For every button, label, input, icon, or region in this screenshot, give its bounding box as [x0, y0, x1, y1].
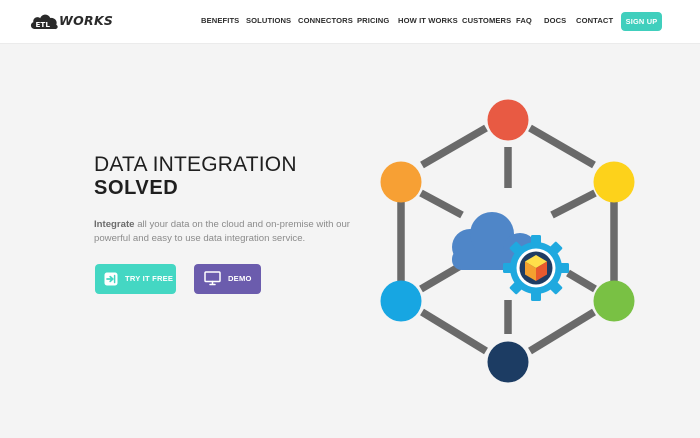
hero-title-line2: SOLVED	[94, 177, 179, 199]
nav-contact[interactable]: CONTACT	[576, 16, 613, 25]
integration-diagram	[380, 99, 635, 383]
hero-description: Integrate all your data on the cloud and…	[94, 218, 354, 246]
main-nav: BENEFITS SOLUTIONS CONNECTORS PRICING HO…	[0, 0, 700, 44]
sign-in-arrow-icon	[104, 272, 118, 286]
node-navy	[487, 341, 529, 383]
connector-orange-center	[419, 189, 464, 219]
node-green	[593, 280, 635, 322]
nav-pricing[interactable]: PRICING	[357, 16, 389, 25]
nav-benefits[interactable]: BENEFITS	[201, 16, 239, 25]
connector-yellow-center	[550, 189, 597, 219]
connector-bottom-left	[420, 308, 488, 355]
monitor-icon	[204, 271, 221, 286]
connector-green-center	[566, 269, 597, 293]
node-yellow	[593, 161, 635, 203]
connector-top-left	[420, 124, 488, 169]
demo-label: DEMO	[228, 274, 252, 283]
try-it-free-button[interactable]: TRY IT FREE	[95, 264, 176, 294]
demo-button[interactable]: DEMO	[194, 264, 261, 294]
node-red	[487, 99, 529, 141]
nav-how-it-works[interactable]: HOW IT WORKS	[398, 16, 458, 25]
nav-docs[interactable]: DOCS	[544, 16, 566, 25]
hero-title-line1: DATA INTEGRATION	[94, 153, 297, 176]
connector-bottom-right	[528, 308, 596, 355]
connector-blue-center	[419, 261, 464, 293]
nav-faq[interactable]: FAQ	[516, 16, 532, 25]
try-it-free-label: TRY IT FREE	[125, 274, 174, 283]
nav-solutions[interactable]: SOLUTIONS	[246, 16, 291, 25]
center-gear	[503, 235, 569, 301]
description-emphasis: Integrate	[94, 219, 135, 230]
sign-up-button[interactable]: SIGN UP	[621, 12, 662, 31]
node-orange	[380, 161, 422, 203]
nav-customers[interactable]: CUSTOMERS	[462, 16, 511, 25]
connector-top-right	[528, 124, 596, 169]
site-header: ETL WORKS BENEFITS SOLUTIONS CONNECTORS …	[0, 0, 700, 44]
node-blue	[380, 280, 422, 322]
cloud-gear-icon	[452, 212, 569, 301]
nav-connectors[interactable]: CONNECTORS	[298, 16, 353, 25]
